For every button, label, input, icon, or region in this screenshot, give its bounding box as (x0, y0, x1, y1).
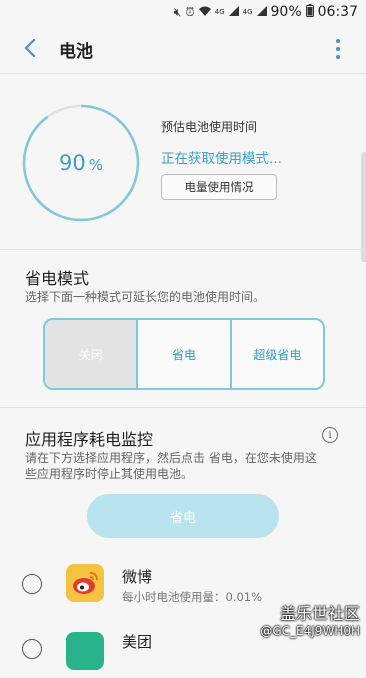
more-options-button[interactable] (334, 39, 342, 59)
clock: 06:37 (317, 4, 358, 20)
power-mode-selector: 关闭 省电 超级省电 (43, 318, 325, 390)
estimate-label: 预估电池使用时间 (161, 120, 258, 134)
save-power-button[interactable]: 省电 (87, 494, 279, 538)
page-title: 电池 (59, 42, 93, 62)
battery-level-ring: 90% (22, 104, 140, 222)
divider (0, 407, 366, 408)
info-icon[interactable]: i (322, 427, 338, 443)
battery-level-value: 90 (59, 151, 86, 175)
battery-usage-button[interactable]: 电量使用情况 (161, 174, 277, 200)
more-dot-icon (336, 39, 340, 43)
status-bar: 🔇︎ ⏰︎ 4G 4G 90% 06:37 (0, 0, 366, 25)
alarm-icon: ⏰︎ (185, 4, 195, 19)
signal-4g-icon (228, 5, 239, 19)
power-saving-description: 选择下面一种模式可延长您的电池使用时间。 (25, 290, 266, 304)
select-radio[interactable] (22, 574, 42, 594)
estimate-value: 正在获取使用模式... (161, 151, 282, 167)
signal-4g-label: 4G (214, 7, 225, 16)
wifi-icon (198, 5, 211, 19)
divider (0, 249, 366, 250)
watermark-site: 盖乐世社区 (279, 604, 360, 623)
weibo-app-icon (66, 564, 104, 602)
chevron-left-icon (24, 39, 36, 57)
scrollbar[interactable] (361, 152, 366, 262)
battery-level-text: 90% (22, 104, 140, 222)
signal-4g-lte-icon (256, 5, 267, 19)
power-saving-title: 省电模式 (25, 269, 90, 288)
app-monitor-title: 应用程序耗电监控 (25, 430, 154, 449)
more-dot-icon (336, 55, 340, 59)
app-bar: 电池 (0, 25, 366, 74)
mode-power-saving-button[interactable]: 省电 (136, 320, 229, 388)
more-dot-icon (336, 47, 340, 51)
mute-icon: 🔇︎ (173, 4, 182, 19)
battery-percent-sign: % (88, 156, 103, 174)
status-icons: 🔇︎ ⏰︎ 4G 4G 90% 06:37 (174, 4, 358, 20)
app-monitor-description-line2: 些应用程序时停止其使用电池。 (25, 467, 194, 481)
select-radio[interactable] (22, 639, 42, 659)
battery-icon (305, 4, 314, 20)
app-name: 微博 (122, 568, 153, 586)
battery-percent: 90% (270, 4, 302, 20)
watermark-user: @GC_E4J9WH0H (260, 624, 360, 638)
mode-ultra-power-saving-button[interactable]: 超级省电 (229, 320, 323, 388)
app-usage: 每小时电池使用量：0.01% (122, 590, 263, 604)
mode-off-button[interactable]: 关闭 (45, 320, 137, 388)
app-name: 美团 (122, 633, 153, 651)
signal-4g-lte-label: 4G (242, 7, 253, 16)
back-button[interactable] (18, 35, 42, 61)
meituan-app-icon (66, 632, 104, 670)
